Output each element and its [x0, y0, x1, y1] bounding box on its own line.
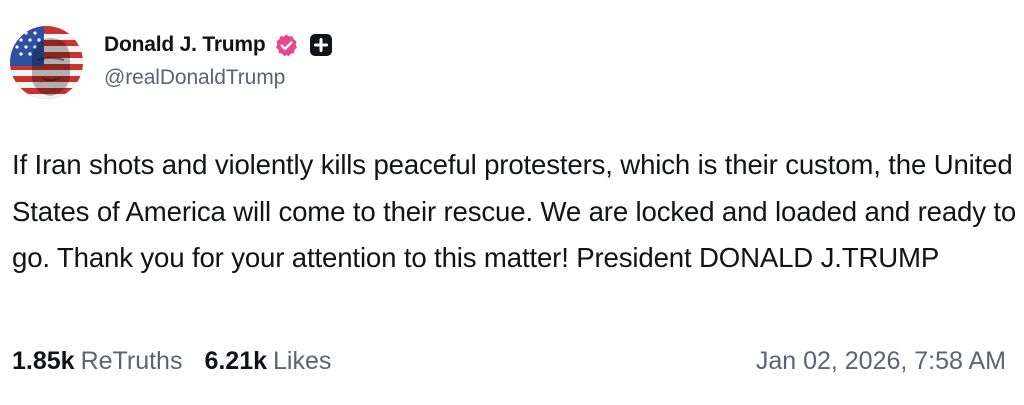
retruths-stat[interactable]: 1.85k ReTruths: [12, 347, 182, 376]
verified-badge-icon: [274, 33, 299, 58]
likes-label: Likes: [273, 347, 332, 375]
post-card: Donald J. Trump @realDonaldTrump If Iran…: [0, 0, 1024, 405]
avatar-image: [10, 26, 83, 99]
post-stats: 1.85k ReTruths 6.21k Likes: [12, 347, 331, 383]
author-name-row: Donald J. Trump: [104, 30, 333, 60]
author-handle[interactable]: @realDonaldTrump: [104, 66, 333, 90]
likes-stat[interactable]: 6.21k Likes: [204, 347, 331, 376]
author-display-name[interactable]: Donald J. Trump: [104, 33, 266, 57]
post-timestamp[interactable]: Jan 02, 2026, 7:58 AM: [756, 347, 1006, 376]
author-identity: Donald J. Trump @realDonaldTrump: [104, 30, 333, 90]
retruths-count: 1.85k: [12, 347, 75, 375]
avatar[interactable]: [10, 26, 83, 99]
post-text: If Iran shots and violently kills peacef…: [12, 149, 1017, 273]
retruths-label: ReTruths: [80, 347, 183, 375]
plus-square-icon: [309, 33, 333, 57]
likes-count: 6.21k: [204, 347, 268, 375]
